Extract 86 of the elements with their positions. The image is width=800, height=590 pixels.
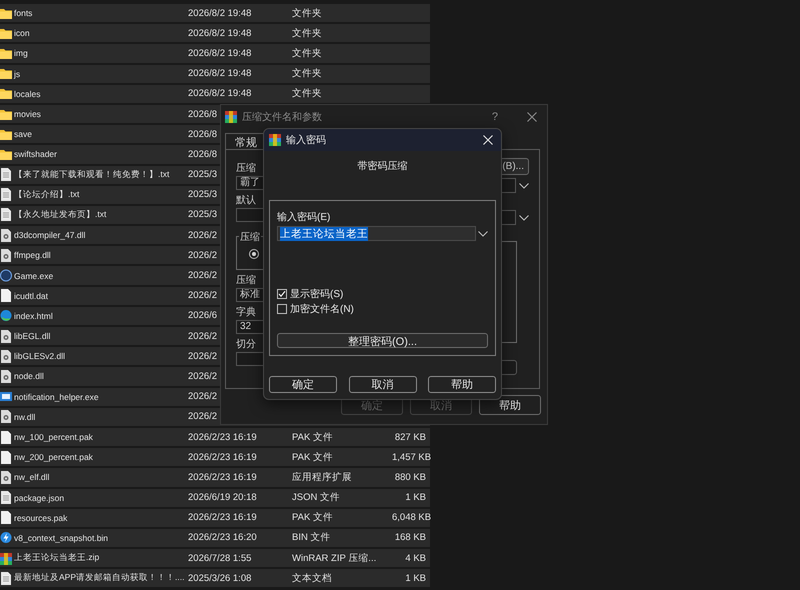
window-title: 压缩文件名和参数 — [242, 110, 322, 124]
modified-date: 2026/8/2 19:48 — [188, 48, 252, 59]
modified-date: 2026/2 — [188, 290, 218, 302]
file-name: fonts — [14, 8, 34, 18]
file-name: notification_helper.exe — [14, 392, 100, 402]
group-label: 压缩 — [239, 230, 261, 244]
modified-date: 2026/2 — [188, 411, 218, 422]
modified-date: 2026/2/23 16:19 — [188, 512, 258, 524]
file-type: 应用程序扩展 — [292, 470, 353, 484]
modified-date: 2026/2 — [188, 230, 218, 241]
modified-date: 2026/7/28 1:55 — [188, 552, 252, 564]
modified-date: 2026/2/23 16:19 — [188, 472, 258, 483]
modified-date: 2026/8/2 19:48 — [188, 88, 252, 100]
modified-date: 2026/2/23 16:19 — [188, 452, 258, 463]
file-name: 【永久地址发布页】.txt — [14, 208, 108, 221]
modified-date: 2026/8 — [188, 108, 218, 120]
file-name: save — [14, 129, 33, 140]
file-name: libEGL.dll — [14, 331, 52, 342]
field-label: 字典 — [236, 306, 256, 318]
file-name: nw_200_percent.pak — [14, 452, 94, 462]
file-size: 6,048 KB — [392, 512, 432, 524]
file-name: 上老王论坛当老王.zip — [14, 552, 100, 564]
file-size: 827 KB — [394, 432, 426, 443]
file-type: 文本文档 — [292, 572, 333, 585]
file-name: img — [14, 48, 29, 58]
file-size: 4 KB — [405, 552, 426, 564]
file-name: icon — [14, 28, 31, 38]
file-type: BIN 文件 — [292, 531, 332, 544]
modified-date: 2026/6/19 20:18 — [188, 492, 258, 504]
modified-date: 2026/8/2 19:48 — [188, 68, 252, 80]
modified-date: 2025/3 — [188, 189, 218, 200]
modified-date: 2026/8/2 19:48 — [188, 28, 252, 39]
file-name: movies — [14, 109, 42, 120]
modified-date: 2026/2 — [188, 270, 218, 282]
modified-date: 2026/8 — [188, 128, 218, 140]
file-size: 168 KB — [394, 532, 426, 544]
modified-date: 2026/2/23 16:19 — [188, 432, 258, 443]
modified-date: 2026/8/2 19:48 — [188, 8, 252, 19]
field-label: 压缩 — [236, 274, 256, 286]
field-label: 默认 — [236, 194, 256, 206]
modified-date: 2025/3 — [188, 209, 218, 220]
file-type: PAK 文件 — [292, 450, 334, 464]
file-size: 1,457 KB — [392, 452, 432, 463]
file-name: ffmpeg.dll — [14, 250, 52, 260]
file-type: 文件夹 — [292, 67, 323, 80]
file-type: 文件夹 — [292, 6, 323, 20]
file-name: resources.pak — [14, 512, 68, 523]
file-name: libGLESv2.dll — [14, 351, 66, 362]
file-type: 文件夹 — [292, 87, 323, 100]
file-name: locales — [14, 88, 42, 99]
file-name: node.dll — [14, 371, 45, 382]
file-size: 880 KB — [394, 472, 426, 483]
file-name: js — [14, 68, 22, 79]
modified-date: 2026/2 — [188, 350, 218, 362]
checkbox-label: 显示密码(S) — [290, 288, 344, 300]
modified-date: 2025/3 — [188, 169, 218, 180]
file-name: 【论坛介绍】.txt — [14, 188, 80, 201]
field-label: 输入密码(E) — [277, 210, 330, 224]
file-name: index.html — [14, 310, 54, 321]
file-type: PAK 文件 — [292, 430, 334, 444]
file-name: v8_context_snapshot.bin — [14, 532, 110, 543]
modified-date: 2026/6 — [188, 310, 218, 322]
modified-date: 2026/2 — [188, 370, 218, 382]
file-name: package.json — [14, 492, 66, 503]
modified-date: 2026/2/23 16:20 — [188, 532, 258, 544]
file-size: 1 KB — [405, 572, 426, 584]
modified-date: 2026/2 — [188, 250, 218, 261]
file-name: 【来了就能下载和观看！纯免费！】.txt — [14, 168, 170, 181]
file-name: nw_100_percent.pak — [14, 432, 94, 442]
file-type: 文件夹 — [292, 26, 323, 40]
modified-date: 2026/2 — [188, 330, 218, 342]
file-name: Game.exe — [14, 270, 54, 281]
file-name: 最新地址及APP请发邮箱自动获取！！！.... — [14, 572, 186, 584]
file-type: WinRAR ZIP 压缩... — [292, 552, 378, 565]
file-type: JSON 文件 — [292, 491, 341, 504]
file-name: icudtl.dat — [14, 290, 50, 301]
file-name: nw.dll — [14, 412, 36, 422]
file-type: 文件夹 — [292, 46, 323, 60]
file-type: PAK 文件 — [292, 511, 334, 524]
file-name: nw_elf.dll — [14, 472, 50, 482]
file-name: d3dcompiler_47.dll — [14, 230, 86, 240]
file-name: swiftshader — [14, 149, 58, 160]
modified-date: 2025/3/26 1:08 — [188, 572, 252, 584]
modified-date: 2026/2 — [188, 391, 218, 402]
file-size: 1 KB — [405, 492, 426, 504]
modified-date: 2026/8 — [188, 148, 218, 160]
